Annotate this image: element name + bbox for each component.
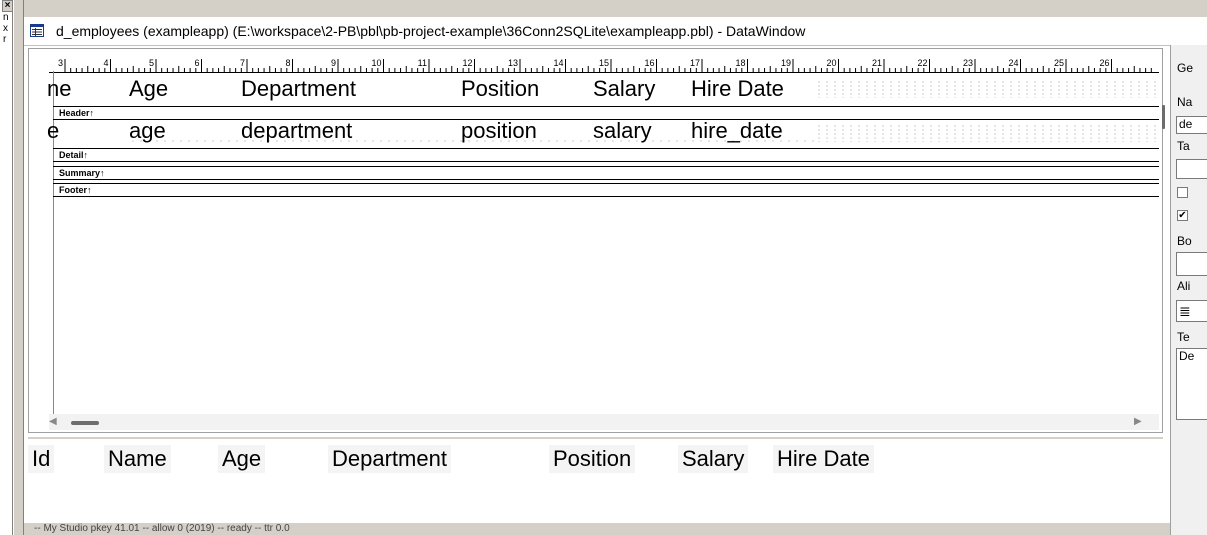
- ruler-label: 7: [240, 58, 245, 68]
- grid-dots: [815, 124, 1159, 142]
- ruler-label: 8: [285, 58, 290, 68]
- preview-header-age: Age: [218, 445, 266, 473]
- ruler-label: 22: [917, 58, 927, 68]
- detail-department-column[interactable]: department: [241, 118, 352, 144]
- ruler-label: 16: [644, 58, 654, 68]
- text-input[interactable]: De: [1176, 348, 1207, 420]
- horizontal-scrollbar[interactable]: [49, 414, 1159, 430]
- ruler-label: 26: [1099, 58, 1109, 68]
- border-label: Bo: [1177, 234, 1192, 248]
- toolbar-strip: [24, 0, 1207, 18]
- datawindow-icon: [30, 24, 44, 37]
- ruler-label: 24: [1008, 58, 1018, 68]
- ruler-label: 5: [149, 58, 154, 68]
- ruler-label: 3: [58, 58, 63, 68]
- ruler: 3 4 5 6 7 8 9 10 11 12 13 14 15 16 17 18 19 20 21 22 23 24 25 2…: [49, 57, 1159, 73]
- splitter[interactable]: [13, 0, 24, 535]
- scroll-right-icon[interactable]: ▶: [1134, 416, 1142, 427]
- band-divider: [53, 161, 1159, 162]
- ruler-label: 11: [418, 58, 427, 68]
- detail-salary-column[interactable]: salary: [593, 118, 652, 144]
- name-label: Na: [1177, 95, 1193, 109]
- ruler-label: 13: [508, 58, 518, 68]
- grid-dots: [815, 80, 1159, 98]
- ruler-label: 19: [781, 58, 791, 68]
- status-text: -- My Studio pkey 41.01 -- allow 0 (2019…: [34, 523, 290, 534]
- tag-input[interactable]: [1176, 159, 1207, 179]
- ruler-label: 20: [826, 58, 836, 68]
- footer-band-label[interactable]: Footer↑: [59, 185, 92, 195]
- window-title: d_employees (exampleapp) (E:\workspace\2…: [56, 23, 806, 39]
- ruler-label: 23: [963, 58, 973, 68]
- detail-age-column[interactable]: age: [129, 118, 166, 144]
- ruler-label: 14: [553, 58, 563, 68]
- band-divider: [53, 106, 1159, 107]
- preview-header-department: Department: [328, 445, 451, 473]
- text-label: Te: [1177, 330, 1190, 344]
- design-pane[interactable]: 3 4 5 6 7 8 9 10 11 12 13 14 15 16 17 18 19 20 21 22 23 24 25 2…: [28, 48, 1165, 433]
- ruler-label: 15: [599, 58, 609, 68]
- preview-header-hire-date: Hire Date: [773, 445, 874, 473]
- ruler-ticks: 3 4 5 6 7 8 9 10 11 12 13 14 15 16 17 18 19 20 21 22 23 24 25 2…: [58, 58, 1152, 72]
- vertical-scroll-thumb[interactable]: [1162, 105, 1165, 129]
- detail-position-column[interactable]: position: [461, 118, 537, 144]
- ruler-label: 10: [371, 58, 381, 68]
- properties-panel: Ge Na de Ta ✔ Bo Ali ≣ Te De: [1170, 45, 1207, 535]
- ruler-label: 9: [331, 58, 336, 68]
- preview-header-id: Id: [28, 445, 55, 473]
- band-divider: [53, 196, 1159, 197]
- close-icon[interactable]: ×: [2, 0, 12, 12]
- header-department-text[interactable]: Department: [241, 76, 356, 102]
- left-panel-item[interactable]: n: [3, 13, 9, 23]
- name-input[interactable]: de: [1176, 116, 1207, 134]
- scroll-left-icon[interactable]: ◀: [49, 416, 57, 427]
- header-band-label[interactable]: Header↑: [59, 108, 94, 118]
- header-name-text[interactable]: ne: [47, 76, 71, 102]
- preview-pane[interactable]: Id Name Age Department Position Salary H…: [28, 437, 1163, 529]
- left-panel-item[interactable]: x: [3, 24, 8, 34]
- preview-header-position: Position: [549, 445, 636, 473]
- ruler-label: 17: [690, 58, 700, 68]
- border-dropdown[interactable]: [1176, 252, 1207, 276]
- checkbox-checked[interactable]: ✔: [1177, 210, 1188, 221]
- preview-header-salary: Salary: [678, 445, 749, 473]
- preview-header-name: Name: [104, 445, 171, 473]
- header-position-text[interactable]: Position: [461, 76, 539, 102]
- left-panel: × n x r: [0, 0, 13, 535]
- horizontal-scroll-thumb[interactable]: [71, 421, 99, 425]
- header-salary-text[interactable]: Salary: [593, 76, 655, 102]
- header-age-text[interactable]: Age: [129, 76, 168, 102]
- detail-band-label[interactable]: Detail↑: [59, 150, 88, 160]
- status-bar: -- My Studio pkey 41.01 -- allow 0 (2019…: [24, 523, 1207, 535]
- detail-hire-date-column[interactable]: hire_date: [691, 118, 783, 144]
- left-panel-item[interactable]: r: [3, 35, 6, 45]
- band-divider: [53, 179, 1159, 180]
- band-divider: [53, 183, 1159, 184]
- ruler-label: 12: [462, 58, 472, 68]
- general-tab[interactable]: Ge: [1177, 61, 1193, 75]
- datawindow-painter-window: d_employees (exampleapp) (E:\workspace\2…: [24, 17, 1207, 535]
- checkbox-unchecked[interactable]: [1177, 187, 1188, 198]
- band-divider: [53, 148, 1159, 149]
- ruler-label: 21: [872, 58, 882, 68]
- tag-label: Ta: [1177, 139, 1190, 153]
- detail-name-column[interactable]: e: [47, 118, 59, 144]
- window-title-bar[interactable]: d_employees (exampleapp) (E:\workspace\2…: [24, 17, 1207, 46]
- alignment-label: Ali: [1177, 279, 1191, 293]
- summary-band-label[interactable]: Summary↑: [59, 168, 105, 178]
- alignment-dropdown[interactable]: ≣: [1176, 300, 1207, 322]
- header-hire-date-text[interactable]: Hire Date: [691, 76, 784, 102]
- ruler-label: 25: [1054, 58, 1064, 68]
- ruler-label: 6: [194, 58, 199, 68]
- ruler-label: 18: [735, 58, 745, 68]
- ruler-label: 4: [103, 58, 108, 68]
- band-divider: [53, 166, 1159, 167]
